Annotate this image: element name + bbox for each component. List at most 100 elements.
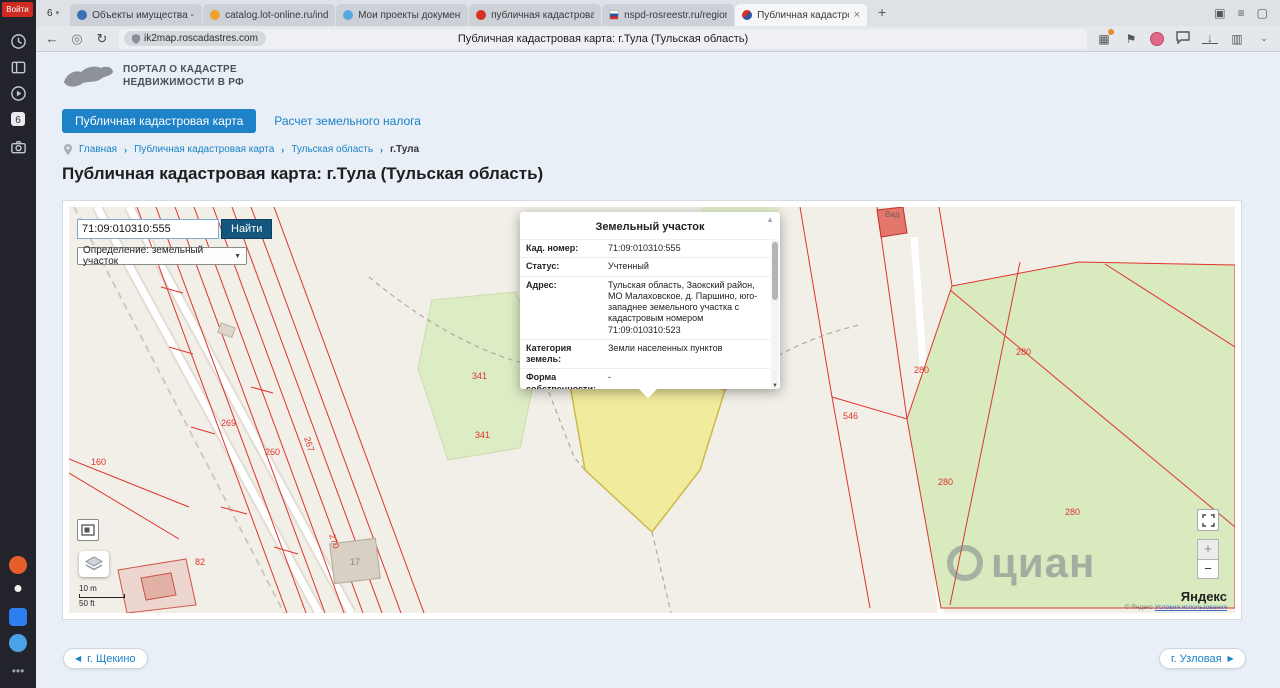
sync-icon[interactable]: ▣	[1214, 6, 1225, 20]
play-panel-icon[interactable]	[7, 82, 29, 104]
scroll-down-icon[interactable]: ▼	[771, 383, 779, 389]
svg-text:17: 17	[350, 557, 360, 567]
map-viewport[interactable]: 341 341 269 260 267 270 160 82 17 546 28…	[69, 207, 1235, 613]
info-row: Форма собственности: -	[520, 368, 770, 389]
login-button[interactable]: Войти	[2, 2, 33, 17]
site-logo-text: ПОРТАЛ О КАДАСТРЕ НЕДВИЖИМОСТИ В РФ	[123, 64, 244, 88]
breadcrumb-separator: ›	[281, 144, 285, 155]
svg-text:Вид: Вид	[885, 210, 900, 219]
scale-metric: 10 m	[79, 584, 97, 593]
svg-text:82: 82	[195, 557, 205, 567]
bookmark-icon[interactable]: ⚑	[1123, 32, 1139, 46]
popup-collapse-icon[interactable]: ▲	[766, 215, 774, 224]
next-city-button[interactable]: г. Узловая ▶	[1159, 648, 1246, 669]
breadcrumb-city: г.Тула	[390, 144, 420, 155]
cian-watermark: циан	[947, 539, 1095, 587]
map-card: 341 341 269 260 267 270 160 82 17 546 28…	[62, 200, 1242, 620]
extensions-icon[interactable]: ▦	[1096, 28, 1114, 46]
page-title: Публичная кадастровая карта: г.Тула (Тул…	[62, 164, 544, 183]
legend-button[interactable]	[77, 519, 99, 541]
browser-tab-active[interactable]: Публичная кадастровая ×	[735, 4, 868, 26]
layers-button[interactable]	[79, 551, 109, 577]
window-icon[interactable]: ▢	[1257, 6, 1268, 20]
browser-tab-2[interactable]: catalog.lot-online.ru/inde	[203, 4, 336, 26]
new-tab-button[interactable]: +	[872, 3, 892, 23]
chat-icon[interactable]	[1175, 30, 1191, 47]
svg-text:280: 280	[1016, 347, 1031, 357]
more-apps-icon[interactable]: •••	[7, 660, 29, 682]
prev-city-button[interactable]: ◀ г. Щекино	[63, 648, 148, 669]
popup-scrollbar[interactable]: ▼	[771, 239, 779, 389]
tab-favicon	[210, 10, 221, 20]
russia-map-logo-icon	[64, 66, 113, 87]
search-button[interactable]: Найти	[221, 219, 273, 239]
popup-pointer	[638, 388, 658, 398]
tab-counter-button[interactable]: 6 ▾	[42, 3, 64, 23]
svg-text:260: 260	[265, 447, 280, 457]
svg-text:341: 341	[472, 371, 487, 381]
breadcrumb-region[interactable]: Тульская область	[291, 144, 373, 155]
breadcrumb-separator: ›	[124, 144, 128, 155]
tab-bar: 6 ▾ Объекты имущества - фи catalog.lot-o…	[36, 0, 1280, 26]
zoom-control: + −	[1197, 539, 1219, 579]
object-type-value: Определение: земельный участок	[83, 245, 204, 267]
site-nav: Публичная кадастровая карта Расчет земел…	[62, 109, 421, 133]
browser-tab-3[interactable]: Мои проекты документ	[336, 4, 469, 26]
collapse-chrome-icon[interactable]: ⌄	[1256, 33, 1272, 44]
notes-badge-icon[interactable]: 6	[7, 108, 29, 130]
terms-link[interactable]: Условия использования	[1155, 604, 1227, 611]
chevron-left-icon: ◀	[75, 654, 82, 663]
location-pin-icon	[64, 144, 72, 155]
svg-text:6: 6	[15, 115, 21, 126]
tabbar-right-icons: ▣ ≡ ▢	[1202, 0, 1280, 26]
site-logo[interactable]: ПОРТАЛ О КАДАСТРЕ НЕДВИЖИМОСТИ В РФ	[62, 60, 244, 92]
zoom-out-button[interactable]: −	[1197, 559, 1219, 579]
breadcrumb-map[interactable]: Публичная кадастровая карта	[134, 144, 274, 155]
breadcrumb-home[interactable]: Главная	[79, 144, 117, 155]
back-icon[interactable]: ←	[44, 31, 60, 46]
url-field[interactable]: ik2map.roscadastres.com Публичная кадаст…	[119, 28, 1087, 49]
map-scale: 10 m 50 ft	[79, 584, 125, 608]
scale-bar	[79, 594, 125, 598]
history-icon[interactable]	[7, 30, 29, 52]
popup-body: Кад. номер: 71:09:010310:555 Статус: Учтен…	[520, 239, 780, 389]
webpage: ПОРТАЛ О КАДАСТРЕ НЕДВИЖИМОСТИ В РФ Публ…	[36, 52, 1280, 688]
reload-icon[interactable]: ↻	[94, 31, 110, 47]
search-input[interactable]	[77, 219, 219, 239]
app-blue-icon[interactable]	[9, 634, 27, 652]
browser-tab-1[interactable]: Объекты имущества - фи	[70, 4, 203, 26]
app-orange-icon[interactable]	[9, 556, 27, 574]
menu-icon[interactable]: ≡	[1238, 6, 1245, 20]
rewind-icon[interactable]: ◎	[69, 31, 85, 47]
address-bar: ← ◎ ↻ ik2map.roscadastres.com Публичная …	[36, 26, 1280, 52]
browser-tab-4[interactable]: публичная кадастровая	[469, 4, 602, 26]
chevron-right-icon: ▶	[1227, 654, 1234, 663]
tab-favicon	[343, 10, 354, 20]
object-type-select[interactable]: Определение: земельный участок ▼	[77, 245, 247, 267]
svg-text:269: 269	[221, 418, 236, 428]
tab-close-icon[interactable]: ×	[854, 9, 860, 21]
select-arrow-icon: ▼	[234, 252, 241, 260]
scrollbar-thumb[interactable]	[772, 242, 778, 300]
breadcrumb: Главная › Публичная кадастровая карта › …	[64, 144, 419, 155]
profile-avatar[interactable]	[1150, 31, 1164, 46]
domain-chip[interactable]: ik2map.roscadastres.com	[124, 31, 266, 46]
yandex-logo[interactable]: Яндекс	[1125, 589, 1227, 604]
nav-tab-land-tax[interactable]: Расчет земельного налога	[274, 114, 421, 128]
addressbar-right-icons: ▦ ⚑ ↓ ▥ ⌄	[1096, 28, 1272, 47]
app-dot-icon[interactable]	[14, 585, 22, 592]
svg-text:160: 160	[91, 457, 106, 467]
svg-text:546: 546	[843, 411, 858, 421]
panel-icon[interactable]	[7, 56, 29, 78]
fullscreen-button[interactable]	[1197, 509, 1219, 531]
info-row: Кад. номер: 71:09:010310:555	[520, 239, 770, 258]
info-row: Категория земель: Земли населенных пункто…	[520, 338, 770, 369]
browser-tab-5[interactable]: nspd-rosreestr.ru/region/	[602, 4, 735, 26]
side-panel-icon[interactable]: ▥	[1229, 32, 1245, 46]
app-mail-icon[interactable]	[9, 608, 27, 626]
zoom-in-button[interactable]: +	[1197, 539, 1219, 559]
browser-chrome: 6 ▾ Объекты имущества - фи catalog.lot-o…	[36, 0, 1280, 52]
capture-icon[interactable]	[7, 136, 29, 158]
downloads-icon[interactable]: ↓	[1202, 32, 1218, 44]
nav-tab-cadastral-map[interactable]: Публичная кадастровая карта	[62, 109, 257, 133]
